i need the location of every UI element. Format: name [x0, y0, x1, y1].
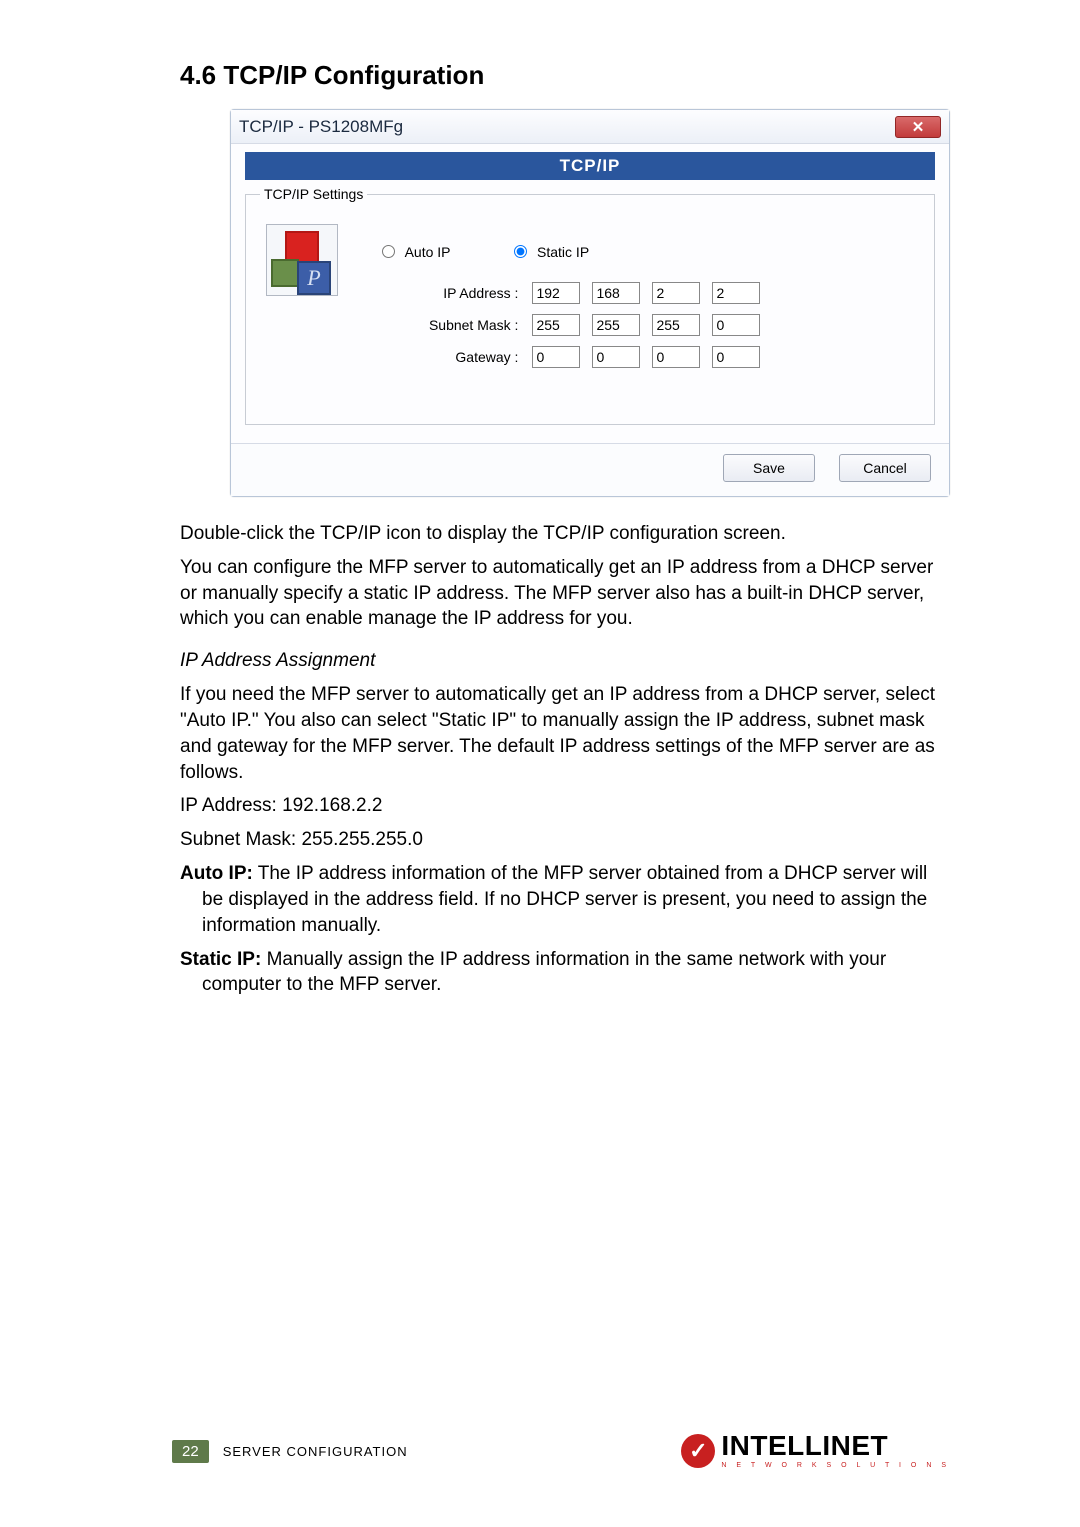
cancel-button[interactable]: Cancel — [839, 454, 931, 482]
page-number: 22 — [172, 1440, 209, 1463]
mask-octet-4[interactable] — [712, 314, 760, 336]
gw-octet-3[interactable] — [652, 346, 700, 368]
static-ip-text: Manually assign the IP address informati… — [202, 949, 886, 996]
gw-octet-4[interactable] — [712, 346, 760, 368]
radio-auto-ip-input[interactable] — [382, 245, 395, 258]
ip-octet-2[interactable] — [592, 282, 640, 304]
static-ip-label: Static IP: — [180, 949, 261, 970]
tab-tcpip[interactable]: TCP/IP — [245, 152, 935, 180]
ip-octet-4[interactable] — [712, 282, 760, 304]
radio-auto-ip[interactable]: Auto IP — [382, 244, 454, 260]
auto-ip-desc: Auto IP: The IP address information of t… — [180, 861, 940, 938]
body-text: Double-click the TCP/IP icon to display … — [180, 521, 940, 998]
auto-ip-text: The IP address information of the MFP se… — [202, 863, 927, 936]
paragraph-assignment: If you need the MFP server to automatica… — [180, 682, 940, 785]
tcpip-dialog: TCP/IP - PS1208MFg ✕ TCP/IP TCP/IP Setti… — [230, 109, 950, 497]
radio-static-ip[interactable]: Static IP — [514, 244, 589, 260]
ip-octet-3[interactable] — [652, 282, 700, 304]
radio-static-ip-input[interactable] — [514, 245, 527, 258]
mask-octet-2[interactable] — [592, 314, 640, 336]
gw-octet-2[interactable] — [592, 346, 640, 368]
mask-octet-1[interactable] — [532, 314, 580, 336]
ip-address-label: IP Address : — [382, 285, 522, 301]
close-button[interactable]: ✕ — [895, 116, 941, 138]
mask-octet-3[interactable] — [652, 314, 700, 336]
section-heading: 4.6 TCP/IP Configuration — [180, 60, 940, 91]
close-icon: ✕ — [912, 118, 925, 136]
save-button[interactable]: Save — [723, 454, 815, 482]
radio-static-ip-label: Static IP — [537, 244, 589, 260]
tcpip-settings-group: TCP/IP Settings P Auto IP Static IP — [245, 186, 935, 425]
subnet-mask-label: Subnet Mask : — [382, 317, 522, 333]
checkmark-icon: ✓ — [681, 1434, 715, 1468]
ip-octet-1[interactable] — [532, 282, 580, 304]
footer-section-label: SERVER CONFIGURATION — [223, 1444, 408, 1459]
fieldset-legend: TCP/IP Settings — [260, 186, 367, 202]
dialog-titlebar: TCP/IP - PS1208MFg ✕ — [231, 110, 949, 144]
gw-octet-1[interactable] — [532, 346, 580, 368]
default-mask-line: Subnet Mask: 255.255.255.0 — [180, 827, 940, 853]
tcpip-icon: P — [266, 224, 338, 296]
tcpip-icon-letter: P — [297, 261, 331, 295]
brand-name: INTELLINET — [721, 1430, 888, 1461]
static-ip-desc: Static IP: Manually assign the IP addres… — [180, 947, 940, 999]
subheading-ip-assignment: IP Address Assignment — [180, 648, 940, 674]
auto-ip-label: Auto IP: — [180, 863, 253, 884]
brand-tagline: N E T W O R K S O L U T I O N S — [721, 1462, 950, 1469]
paragraph-intro-1: Double-click the TCP/IP icon to display … — [180, 521, 940, 547]
gateway-label: Gateway : — [382, 349, 522, 365]
radio-auto-ip-label: Auto IP — [405, 244, 451, 260]
paragraph-intro-2: You can configure the MFP server to auto… — [180, 555, 940, 632]
brand-logo: ✓ INTELLINET N E T W O R K S O L U T I O… — [681, 1433, 950, 1469]
page-footer: 22 SERVER CONFIGURATION ✓ INTELLINET N E… — [172, 1433, 950, 1469]
dialog-title: TCP/IP - PS1208MFg — [239, 117, 403, 137]
default-ip-line: IP Address: 192.168.2.2 — [180, 793, 940, 819]
